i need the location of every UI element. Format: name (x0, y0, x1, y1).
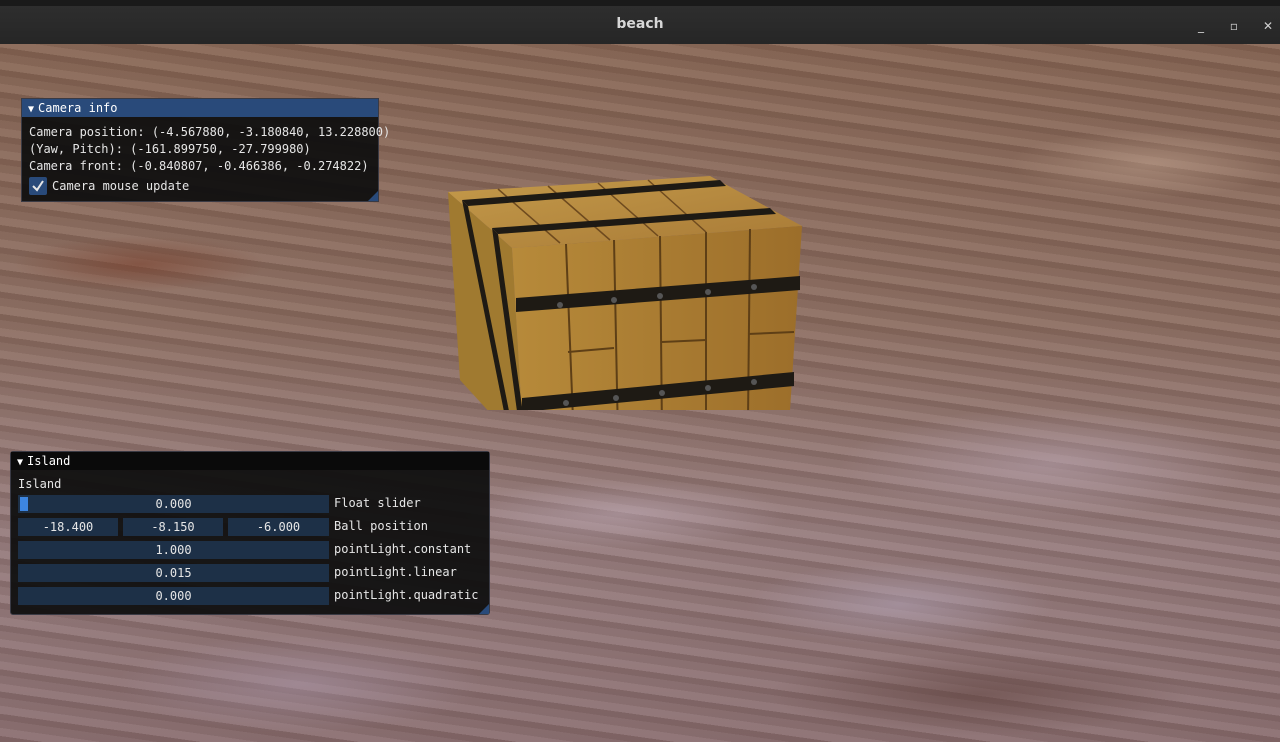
float-slider[interactable]: 0.000 (18, 495, 329, 513)
ball-position-label: Ball position (334, 519, 428, 533)
resize-grip-icon[interactable] (479, 604, 489, 614)
float-slider-label: Float slider (334, 496, 421, 510)
point-light-constant-input[interactable]: 1.000 (18, 541, 329, 559)
slider-grab-handle[interactable] (20, 497, 28, 511)
island-panel[interactable]: ▼ Island Island 0.000 Float slider -18.40… (10, 451, 490, 615)
point-light-constant-label: pointLight.constant (334, 542, 472, 556)
camera-info-header[interactable]: ▼ Camera info (22, 99, 378, 117)
collapse-arrow-icon[interactable]: ▼ (17, 457, 23, 468)
camera-position-text: Camera position: (-4.567880, -3.180840, … (29, 125, 391, 139)
float-slider-value: 0.000 (155, 497, 192, 511)
point-light-quadratic-label: pointLight.quadratic (334, 588, 479, 602)
minimize-button[interactable]: _ (1191, 16, 1211, 36)
ball-position-x-input[interactable]: -18.400 (18, 518, 118, 536)
ball-position-y-input[interactable]: -8.150 (123, 518, 223, 536)
ball-position-z-input[interactable]: -6.000 (228, 518, 329, 536)
checkmark-icon (32, 180, 44, 192)
point-light-quadratic-input[interactable]: 0.000 (18, 587, 329, 605)
point-light-linear-input[interactable]: 0.015 (18, 564, 329, 582)
camera-info-panel[interactable]: ▼ Camera info Camera position: (-4.567880… (21, 98, 390, 202)
camera-mouse-update-label: Camera mouse update (52, 179, 190, 193)
collapse-arrow-icon[interactable]: ▼ (28, 104, 34, 115)
point-light-linear-label: pointLight.linear (334, 565, 457, 579)
maximize-button[interactable]: ▫ (1224, 16, 1244, 36)
island-title: Island (27, 454, 71, 468)
wooden-crate (448, 176, 802, 410)
close-button[interactable]: ✕ (1258, 16, 1278, 36)
window-title: beach (616, 16, 664, 32)
camera-mouse-update-checkbox[interactable] (29, 177, 47, 195)
island-header[interactable]: ▼ Island (11, 452, 489, 470)
island-heading: Island (18, 477, 62, 491)
camera-info-title: Camera info (38, 101, 118, 115)
camera-front-text: Camera front: (-0.840807, -0.466386, -0.… (29, 159, 369, 173)
yaw-pitch-text: (Yaw, Pitch): (-161.899750, -27.799980) (29, 142, 311, 156)
resize-grip-icon[interactable] (368, 191, 378, 201)
window-title-bar[interactable]: beach _ ▫ ✕ (0, 0, 1280, 44)
